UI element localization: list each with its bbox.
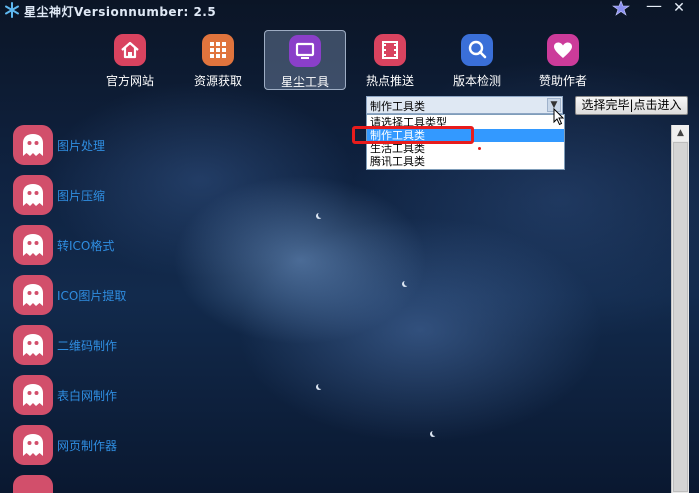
ghost-icon [13, 325, 53, 365]
star-icon[interactable] [610, 0, 632, 18]
search-icon [461, 34, 493, 66]
nav-label: 热点推送 [365, 74, 414, 88]
monitor-icon [289, 35, 321, 67]
decorative-moon [318, 212, 324, 218]
tool-type-select[interactable]: 制作工具类 ▼ [366, 96, 563, 114]
tool-label: 表白网制作 [57, 389, 118, 403]
tool-label: 图片压缩 [57, 189, 106, 203]
ghost-icon [13, 375, 53, 415]
ghost-icon [13, 225, 53, 265]
nav-label: 赞助作者 [538, 74, 587, 88]
ghost-icon [13, 175, 53, 215]
tool-item[interactable]: 转ICO格式 [13, 225, 173, 265]
tool-item-partial[interactable] [13, 475, 173, 493]
ghost-icon [13, 275, 53, 315]
nav-resources[interactable]: 资源获取 [178, 30, 258, 90]
tool-item[interactable]: 图片压缩 [13, 175, 173, 215]
ghost-icon [13, 475, 53, 493]
nav-label: 版本检测 [452, 74, 501, 88]
minimize-button[interactable]: — [643, 0, 665, 18]
nav-label: 资源获取 [193, 74, 242, 88]
nav-hot-push[interactable]: 热点推送 [350, 30, 430, 90]
confirm-enter-button[interactable]: 选择完毕|点击进入 [575, 96, 688, 115]
tool-label: ICO图片提取 [57, 289, 127, 303]
tool-item[interactable]: 二维码制作 [13, 325, 173, 365]
tool-label: 二维码制作 [57, 339, 118, 353]
select-value: 制作工具类 [370, 100, 425, 113]
home-icon [114, 34, 146, 66]
ghost-icon [13, 125, 53, 165]
tool-item[interactable]: 网页制作器 [13, 425, 173, 465]
tool-item[interactable]: ICO图片提取 [13, 275, 173, 315]
tool-list-scrollbar[interactable]: ▲ [671, 125, 689, 493]
tool-item[interactable]: 表白网制作 [13, 375, 173, 415]
nav-version-check[interactable]: 版本检测 [437, 30, 517, 90]
app-title: 星尘神灯Versionnumber: 2.5 [24, 5, 217, 19]
film-icon [374, 34, 406, 66]
nav-sponsor[interactable]: 赞助作者 [523, 30, 603, 90]
heart-icon [547, 34, 579, 66]
tool-label: 图片处理 [57, 139, 106, 153]
ghost-icon [13, 425, 53, 465]
nav-stardust-tools[interactable]: 星尘工具 [264, 30, 346, 90]
tool-label: 转ICO格式 [57, 239, 115, 253]
decorative-moon [432, 430, 438, 436]
annotation-dot [478, 147, 481, 150]
decorative-moon [404, 280, 410, 286]
close-button[interactable]: ✕ [668, 0, 690, 18]
title-bar: 星尘神灯Versionnumber: 2.5 — ✕ [0, 0, 699, 22]
tool-item[interactable]: 图片处理 [13, 125, 173, 165]
snowflake-icon [5, 2, 19, 18]
nav-official-site[interactable]: 官方网站 [90, 30, 170, 90]
highlight-annotation [352, 126, 474, 144]
scroll-thumb[interactable] [673, 142, 688, 492]
dropdown-option[interactable]: 腾讯工具类 [367, 155, 564, 168]
mouse-cursor-icon [553, 108, 565, 126]
nav-label: 星尘工具 [280, 75, 329, 89]
nav-label: 官方网站 [105, 74, 154, 88]
decorative-moon [318, 383, 324, 389]
tool-label: 网页制作器 [57, 439, 118, 453]
scroll-up-icon[interactable]: ▲ [672, 125, 689, 141]
grid-icon [202, 34, 234, 66]
